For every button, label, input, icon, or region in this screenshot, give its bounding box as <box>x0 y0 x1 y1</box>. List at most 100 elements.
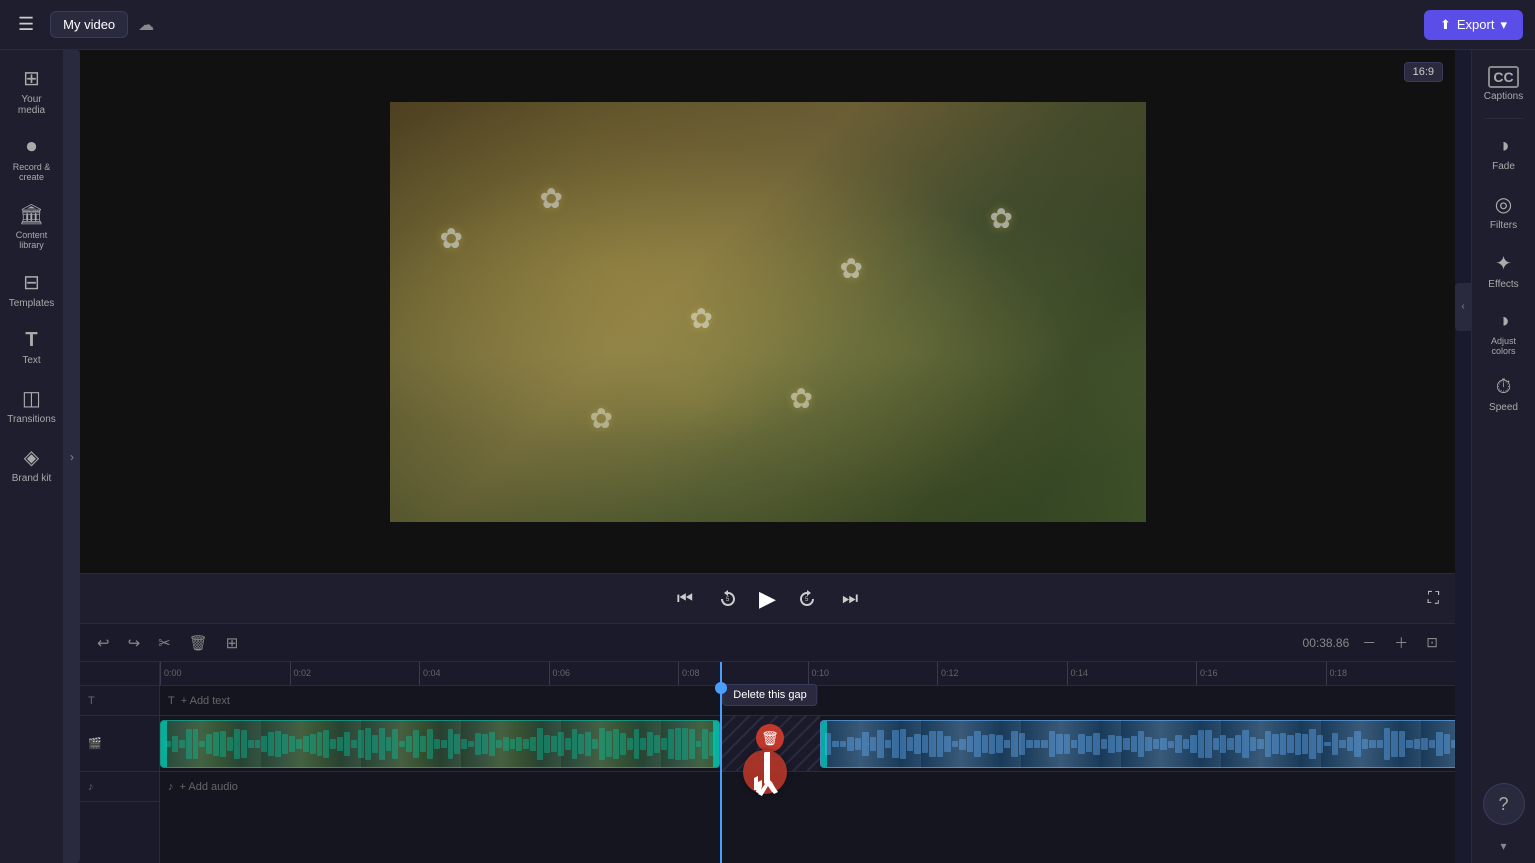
audio-track[interactable]: ♪ + Add audio <box>160 772 1455 802</box>
svg-text:5: 5 <box>805 597 809 603</box>
sidebar-item-label: Transitions <box>7 414 56 425</box>
timeline-time: 00:38.86 <box>1303 636 1350 650</box>
zoom-out-button[interactable]: － <box>1357 630 1381 656</box>
gap-area: Delete this gap 🗑 <box>720 716 820 771</box>
sidebar-item-label: Templates <box>9 298 55 309</box>
ruler-mark: 0:12 <box>937 662 1067 685</box>
sidebar-item-filters[interactable]: ◎ Filters <box>1476 184 1532 239</box>
sidebar-item-templates[interactable]: ⊟ Templates <box>4 262 60 317</box>
text-track-label: T <box>80 686 159 716</box>
cut-button[interactable]: ✂ <box>153 631 176 655</box>
fade-icon: ◑ <box>1497 135 1509 158</box>
sidebar-item-adjust-colors[interactable]: ◑ Adjustcolors <box>1476 302 1532 364</box>
export-icon: ⬆ <box>1440 17 1451 33</box>
flower-decoration <box>690 302 720 332</box>
sidebar-item-effects[interactable]: ✦ Effects <box>1476 243 1532 298</box>
export-chevron-icon: ▾ <box>1500 17 1507 33</box>
undo-button[interactable]: ↩ <box>92 631 115 655</box>
project-name-input[interactable]: My video <box>50 11 128 38</box>
filters-icon: ◎ <box>1495 192 1512 217</box>
svg-text:5: 5 <box>726 597 730 603</box>
sidebar-item-captions[interactable]: CC Captions <box>1476 58 1532 110</box>
sidebar-item-label: Contentlibrary <box>16 230 48 250</box>
brand-kit-icon: ◈ <box>24 445 39 470</box>
main-area: ⊞ Your media ⏺ Record &create 🏛 Contentl… <box>0 50 1535 863</box>
adjust-colors-icon: ◑ <box>1497 310 1509 333</box>
record-create-icon: ⏺ <box>27 136 37 159</box>
video-clip-1[interactable]: // Generate waveform bars inline const w… <box>160 720 720 768</box>
playhead <box>720 686 722 863</box>
chevron-down-button[interactable]: ▾ <box>1498 837 1508 855</box>
add-audio-label[interactable]: + Add audio <box>180 781 238 793</box>
right-sidebar: CC Captions ◑ Fade ◎ Filters ✦ Effects ◑… <box>1471 50 1535 863</box>
add-clip-button[interactable]: ⊞ <box>221 631 244 655</box>
video-clip-2[interactable]: const waveContainer2 = document.currentS… <box>820 720 1455 768</box>
add-text-label[interactable]: + Add text <box>181 695 230 707</box>
transitions-icon: ◫ <box>22 386 41 411</box>
adjust-colors-label: Adjustcolors <box>1491 336 1516 356</box>
left-sidebar: ⊞ Your media ⏺ Record &create 🏛 Contentl… <box>0 50 64 863</box>
help-button[interactable]: ? <box>1483 783 1525 825</box>
sidebar-item-label: Record &create <box>13 162 51 182</box>
video-preview: 16:9 <box>80 50 1455 573</box>
sidebar-item-fade[interactable]: ◑ Fade <box>1476 127 1532 180</box>
ruler-mark: 0:10 <box>808 662 938 685</box>
flower-decoration <box>540 182 570 212</box>
text-track-icon: T <box>168 695 175 707</box>
forward-button[interactable]: 5 <box>792 584 822 614</box>
right-sidebar-collapse-button[interactable]: ‹ <box>1455 283 1471 331</box>
zoom-in-button[interactable]: ＋ <box>1389 630 1413 656</box>
center-area: 16:9 ⏮ 5 ▶ 5 ⏭ ⛶ ↩ <box>80 50 1455 863</box>
video-track-label: 🎬 <box>80 716 159 772</box>
your-media-icon: ⊞ <box>23 66 40 91</box>
fit-button[interactable]: ⊡ <box>1421 631 1443 654</box>
export-label: Export <box>1457 17 1495 32</box>
sidebar-item-speed[interactable]: ⏱ Speed <box>1476 368 1532 421</box>
sidebar-item-text[interactable]: T Text <box>4 321 60 374</box>
audio-track-label: ♪ <box>80 772 159 802</box>
ruler-mark: 0:06 <box>549 662 679 685</box>
captions-label: Captions <box>1484 91 1523 102</box>
ruler-mark: 0:02 <box>290 662 420 685</box>
track-labels: T 🎬 ♪ <box>80 662 160 863</box>
text-track[interactable]: T + Add text <box>160 686 1455 716</box>
sidebar-item-transitions[interactable]: ◫ Transitions <box>4 378 60 433</box>
tracks-container: T + Add text // Generate waveform bars i… <box>160 686 1455 863</box>
timeline-ruler: 0:00 0:02 0:04 0:06 0:08 0:10 0:12 0:14 … <box>160 662 1455 686</box>
delete-button[interactable]: 🗑 <box>184 631 213 655</box>
sidebar-item-label: Brand kit <box>12 473 51 484</box>
sidebar-item-your-media[interactable]: ⊞ Your media <box>4 58 60 124</box>
sidebar-item-label: Your media <box>8 94 56 116</box>
playback-controls: ⏮ 5 ▶ 5 ⏭ ⛶ <box>80 573 1455 623</box>
delete-gap-button[interactable]: 🗑 <box>756 724 784 752</box>
clip-waveform: // Generate waveform bars inline const w… <box>161 721 719 767</box>
export-button[interactable]: ⬆ Export ▾ <box>1424 10 1523 40</box>
clip-right-handle[interactable] <box>713 721 719 767</box>
sidebar-item-brand-kit[interactable]: ◈ Brand kit <box>4 437 60 492</box>
redo-button[interactable]: ↪ <box>123 631 146 655</box>
timeline-content: T 🎬 ♪ 0:00 0:02 0:04 0:06 0:08 0 <box>80 662 1455 863</box>
left-sidebar-collapse-button[interactable]: › <box>64 50 80 863</box>
fade-label: Fade <box>1492 161 1515 172</box>
sidebar-item-label: Text <box>22 355 40 366</box>
content-library-icon: 🏛 <box>19 202 44 227</box>
play-button[interactable]: ▶ <box>759 586 776 612</box>
menu-button[interactable]: ☰ <box>12 10 40 39</box>
ruler-mark: 0:18 <box>1326 662 1456 685</box>
skip-to-start-button[interactable]: ⏮ <box>673 584 697 613</box>
text-icon: T <box>25 329 37 352</box>
ruler-mark: 0:04 <box>419 662 549 685</box>
rewind-button[interactable]: 5 <box>713 584 743 614</box>
aspect-ratio-button[interactable]: 16:9 <box>1404 62 1443 82</box>
captions-icon: CC <box>1488 66 1518 88</box>
topbar: ☰ My video ☁ ⬆ Export ▾ <box>0 0 1535 50</box>
sidebar-item-record-create[interactable]: ⏺ Record &create <box>4 128 60 190</box>
video-frame <box>390 102 1146 522</box>
fullscreen-button[interactable]: ⛶ <box>1428 590 1439 608</box>
effects-icon: ✦ <box>1495 251 1512 276</box>
skip-to-end-button[interactable]: ⏭ <box>838 584 862 613</box>
timeline-tracks: 0:00 0:02 0:04 0:06 0:08 0:10 0:12 0:14 … <box>160 662 1455 863</box>
flower-decoration <box>990 202 1020 232</box>
sidebar-item-content-library[interactable]: 🏛 Contentlibrary <box>4 194 60 258</box>
audio-track-icon: ♪ <box>168 781 174 793</box>
